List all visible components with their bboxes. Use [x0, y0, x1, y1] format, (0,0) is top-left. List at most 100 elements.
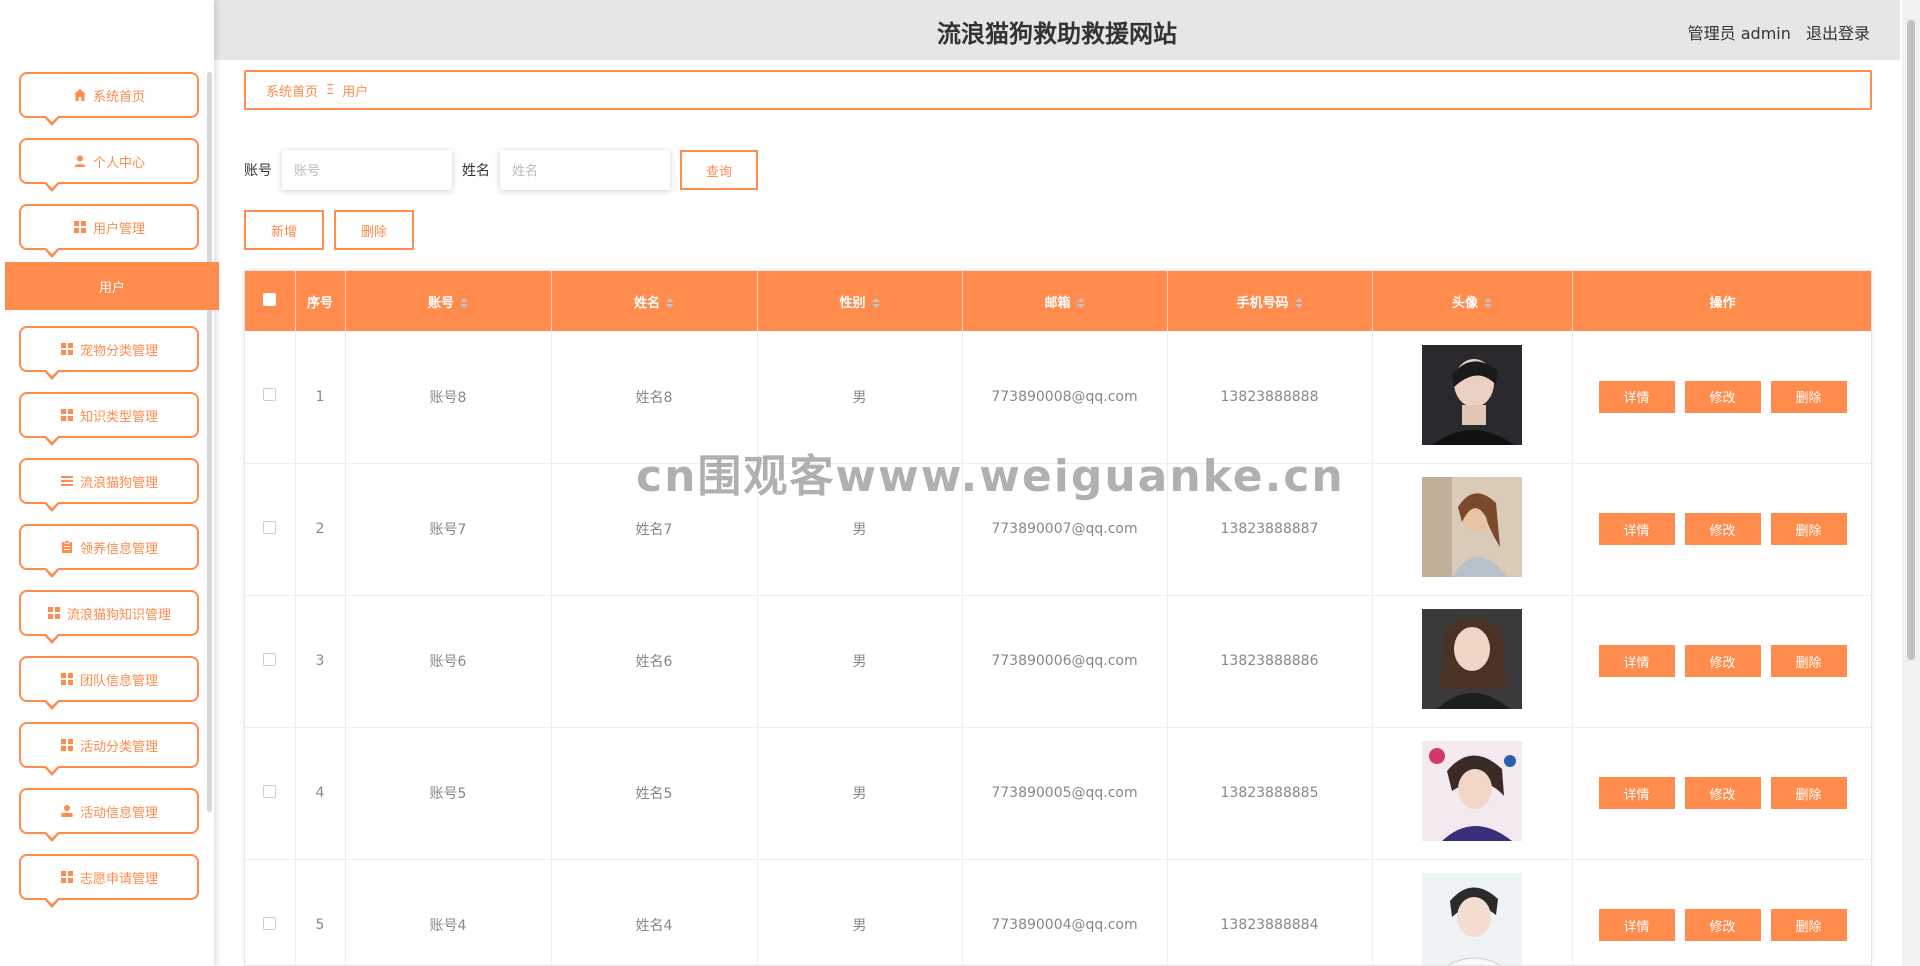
home-icon: [73, 88, 87, 102]
row-checkbox[interactable]: [263, 916, 277, 930]
table-row: 4 账号5 姓名5 男 773890005@qq.com 13823888885…: [245, 727, 1871, 859]
grid-icon: [60, 738, 74, 752]
name-input[interactable]: [500, 150, 670, 190]
grid-icon: [47, 606, 61, 620]
col-gender[interactable]: 性别: [757, 271, 963, 331]
table-row: 2 账号7 姓名7 男 773890007@qq.com 13823888887…: [245, 463, 1871, 595]
edit-button[interactable]: 修改: [1684, 909, 1761, 941]
table-row: 3 账号6 姓名6 男 773890006@qq.com 13823888886…: [245, 595, 1871, 727]
sidebar-item-volunteer-application[interactable]: 志愿申请管理: [19, 854, 199, 908]
sort-icon[interactable]: [1076, 298, 1085, 308]
cell-gender: 男: [757, 727, 963, 859]
cell-name: 姓名8: [551, 331, 758, 463]
action-bar: 新增 删除: [244, 210, 424, 250]
edit-button[interactable]: 修改: [1684, 380, 1761, 413]
detail-button[interactable]: 详情: [1598, 645, 1675, 677]
batch-delete-button[interactable]: 删除: [334, 210, 414, 250]
avatar: [1422, 477, 1522, 577]
row-checkbox[interactable]: [263, 520, 277, 534]
sort-icon[interactable]: [1294, 298, 1303, 308]
select-all-checkbox[interactable]: [263, 292, 277, 306]
user-area: 管理员 admin 退出登录: [1678, 20, 1870, 44]
detail-button[interactable]: 详情: [1598, 909, 1675, 941]
sidebar-item-stray-pets[interactable]: 流浪猫狗管理: [19, 458, 199, 512]
cell-index: 5: [295, 859, 346, 965]
sidebar-subitem-user[interactable]: 用户: [5, 262, 219, 310]
col-name-label: 姓名: [633, 295, 660, 311]
sidebar-item-stray-knowledge[interactable]: 流浪猫狗知识管理: [19, 590, 199, 644]
sidebar-item-label: 用户管理: [92, 221, 145, 237]
cell-phone: 13823888886: [1167, 595, 1373, 727]
grid-icon: [60, 342, 74, 356]
sidebar-item-pet-category[interactable]: 宠物分类管理: [19, 326, 199, 380]
cell-email: 773890008@qq.com: [962, 331, 1168, 463]
page-scrollbar[interactable]: [1902, 0, 1920, 966]
col-email[interactable]: 邮箱: [962, 271, 1168, 331]
user-icon: [73, 154, 87, 168]
col-phone[interactable]: 手机号码: [1167, 271, 1373, 331]
breadcrumb-home[interactable]: 系统首页: [266, 81, 318, 100]
cell-name: 姓名5: [551, 727, 758, 859]
name-label: 姓名: [462, 163, 490, 179]
col-avatar-label: 头像: [1451, 295, 1478, 311]
col-account[interactable]: 账号: [345, 271, 552, 331]
sidebar: 系统首页 个人中心 用户管理 用户 宠物分类管理 知识类型管理 流浪猫狗管理 领…: [0, 0, 219, 966]
user-table: 序号 账号 姓名 性别 邮箱 手机号码 头像 操作 1 账号8 姓名8 男 77…: [244, 270, 1872, 966]
col-name[interactable]: 姓名: [551, 271, 758, 331]
col-index: 序号: [295, 271, 346, 331]
edit-button[interactable]: 修改: [1684, 513, 1761, 545]
sort-icon[interactable]: [460, 298, 468, 308]
sort-icon[interactable]: [871, 298, 880, 308]
logout-link[interactable]: 退出登录: [1806, 24, 1870, 43]
delete-button[interactable]: 删除: [1770, 777, 1847, 809]
sidebar-item-user-management[interactable]: 用户管理: [19, 204, 199, 258]
site-title: 流浪猫狗救助救援网站: [937, 20, 1177, 48]
row-checkbox[interactable]: [263, 388, 277, 402]
cell-index: 4: [295, 727, 346, 859]
cell-phone: 13823888887: [1167, 463, 1373, 595]
detail-button[interactable]: 详情: [1598, 380, 1675, 413]
sidebar-item-team-info[interactable]: 团队信息管理: [19, 656, 199, 710]
detail-button[interactable]: 详情: [1598, 777, 1675, 809]
sidebar-item-adoption-info[interactable]: 领养信息管理: [19, 524, 199, 578]
cell-email: 773890007@qq.com: [962, 463, 1168, 595]
query-button[interactable]: 查询: [680, 150, 758, 190]
sort-icon[interactable]: [666, 298, 674, 308]
row-checkbox[interactable]: [263, 652, 277, 666]
breadcrumb: 系统首页 Ξ 用户: [244, 70, 1872, 110]
sort-icon[interactable]: [1484, 298, 1492, 308]
delete-button[interactable]: 删除: [1770, 380, 1847, 413]
sidebar-item-activity-category[interactable]: 活动分类管理: [19, 722, 199, 776]
avatar: [1422, 609, 1522, 709]
grid-icon: [60, 672, 74, 686]
sidebar-item-label: 活动分类管理: [79, 739, 158, 755]
grid-icon: [60, 870, 74, 884]
breadcrumb-current: 用户: [342, 84, 369, 100]
sidebar-item-profile[interactable]: 个人中心: [19, 138, 199, 192]
delete-button[interactable]: 删除: [1770, 513, 1847, 545]
account-input[interactable]: [282, 150, 452, 190]
cell-account: 账号6: [345, 595, 552, 727]
cell-gender: 男: [757, 331, 963, 463]
row-checkbox[interactable]: [263, 784, 277, 798]
delete-button[interactable]: 删除: [1770, 645, 1847, 677]
edit-button[interactable]: 修改: [1684, 645, 1761, 677]
sidebar-item-home[interactable]: 系统首页: [19, 72, 199, 126]
breadcrumb-separator: Ξ: [326, 82, 335, 98]
page-scrollbar-thumb[interactable]: [1907, 20, 1915, 660]
table-row: 1 账号8 姓名8 男 773890008@qq.com 13823888888…: [245, 331, 1871, 463]
detail-button[interactable]: 详情: [1598, 513, 1675, 545]
add-button[interactable]: 新增: [244, 210, 324, 250]
sidebar-item-activity-info[interactable]: 活动信息管理: [19, 788, 199, 842]
edit-button[interactable]: 修改: [1684, 777, 1761, 809]
col-avatar[interactable]: 头像: [1372, 271, 1573, 331]
col-email-label: 邮箱: [1044, 295, 1071, 311]
cell-phone: 13823888888: [1167, 331, 1373, 463]
search-bar: 账号 姓名 查询: [244, 150, 758, 190]
sidebar-item-label: 宠物分类管理: [79, 343, 158, 359]
sidebar-item-label: 系统首页: [92, 89, 145, 105]
delete-button[interactable]: 删除: [1770, 909, 1847, 941]
grid-icon: [73, 220, 87, 234]
avatar: [1422, 344, 1522, 445]
sidebar-item-knowledge-type[interactable]: 知识类型管理: [19, 392, 199, 446]
